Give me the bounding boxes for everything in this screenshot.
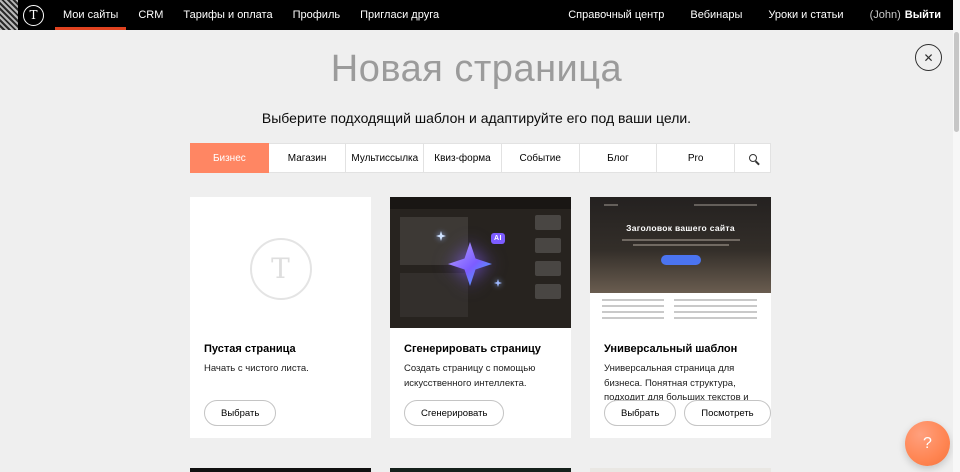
- choose-blank-button[interactable]: Выбрать: [204, 400, 276, 426]
- watermark-letter: T: [271, 252, 290, 285]
- topbar-nav-right: Справочный центр Вебинары Уроки и статьи…: [555, 9, 943, 21]
- view-universal-button[interactable]: Посмотреть: [684, 400, 770, 426]
- nav-profile[interactable]: Профиль: [283, 0, 351, 30]
- user-name: (John): [857, 9, 901, 21]
- nav-my-sites[interactable]: Мои сайты: [53, 0, 128, 30]
- topbar-nav-left: Мои сайты CRM Тарифы и оплата Профиль Пр…: [53, 0, 449, 30]
- template-card[interactable]: [190, 468, 371, 472]
- logout-link[interactable]: Выйти: [901, 9, 943, 21]
- page-subtitle: Выберите подходящий шаблон и адаптируйте…: [0, 110, 953, 126]
- tab-shop[interactable]: Магазин: [268, 143, 347, 173]
- generate-button[interactable]: Сгенерировать: [404, 400, 504, 426]
- tab-search[interactable]: [734, 143, 771, 173]
- preview-header-strip: [390, 197, 571, 209]
- preview-hero-section: Заголовок вашего сайта: [590, 197, 771, 293]
- template-card-universal: Заголовок вашего сайта Универсальный шаб…: [590, 197, 771, 438]
- small-sparkle-icon: [436, 231, 446, 241]
- topbar: T Мои сайты CRM Тарифы и оплата Профиль …: [0, 0, 953, 30]
- template-category-tabs: Бизнес Магазин Мультиссылка Квиз-форма С…: [190, 143, 771, 173]
- nav-crm[interactable]: CRM: [128, 0, 173, 30]
- scrollbar-thumb[interactable]: [954, 32, 959, 132]
- nav-lessons[interactable]: Уроки и статьи: [755, 9, 856, 21]
- new-page-screen: T Мои сайты CRM Тарифы и оплата Профиль …: [0, 0, 960, 472]
- template-card-ai: AI Сгенерировать страницу Создать страни…: [390, 197, 571, 438]
- card-actions: Выбрать: [204, 400, 276, 426]
- preview-panel-item: [535, 215, 561, 230]
- universal-template-preview[interactable]: Заголовок вашего сайта: [590, 197, 771, 328]
- card-description: Создать страницу с помощью искусственног…: [404, 362, 557, 391]
- tilda-watermark-icon: T: [250, 238, 312, 300]
- nav-invite-friend[interactable]: Пригласи друга: [350, 0, 449, 30]
- search-icon: [749, 154, 757, 162]
- tab-pro[interactable]: Pro: [656, 143, 735, 173]
- card-title: Универсальный шаблон: [604, 343, 757, 355]
- card-actions: Сгенерировать: [404, 400, 504, 426]
- tilda-logo-icon[interactable]: T: [23, 5, 44, 26]
- preview-text-section: [590, 293, 771, 328]
- template-cards-row: T Пустая страница Начать с чистого листа…: [190, 197, 771, 438]
- preview-panel-item: [535, 238, 561, 253]
- preview-mini-nav: [604, 204, 757, 206]
- blank-template-preview[interactable]: T: [190, 197, 371, 328]
- preview-text-line: [622, 239, 740, 241]
- question-mark-icon: ?: [923, 435, 932, 453]
- tab-event[interactable]: Событие: [501, 143, 580, 173]
- page-title: Новая страница: [0, 48, 953, 91]
- help-button[interactable]: ?: [905, 421, 950, 466]
- nav-webinars[interactable]: Вебинары: [677, 9, 755, 21]
- preview-text-column: [602, 299, 664, 322]
- nav-help-center[interactable]: Справочный центр: [555, 9, 677, 21]
- tab-blog[interactable]: Блог: [579, 143, 658, 173]
- preview-text-line: [633, 244, 729, 246]
- ai-template-preview[interactable]: AI: [390, 197, 571, 328]
- small-sparkle-icon: [494, 279, 502, 287]
- template-card-blank: T Пустая страница Начать с чистого листа…: [190, 197, 371, 438]
- ai-badge: AI: [491, 233, 505, 244]
- preview-text-column: [674, 299, 757, 322]
- card-actions: Выбрать Посмотреть: [604, 400, 771, 426]
- template-card[interactable]: [390, 468, 571, 472]
- nav-tariffs[interactable]: Тарифы и оплата: [173, 0, 282, 30]
- template-card[interactable]: [590, 468, 771, 472]
- tab-quiz-form[interactable]: Квиз-форма: [423, 143, 502, 173]
- tab-business[interactable]: Бизнес: [190, 143, 269, 173]
- choose-universal-button[interactable]: Выбрать: [604, 400, 676, 426]
- preview-heading: Заголовок вашего сайта: [590, 223, 771, 233]
- ai-sparkle-icon: [447, 241, 493, 287]
- texture-pattern: [0, 0, 18, 30]
- logo-letter: T: [29, 8, 37, 22]
- card-description: Начать с чистого листа.: [204, 362, 357, 377]
- card-title: Сгенерировать страницу: [404, 343, 557, 355]
- preview-panel-item: [535, 284, 561, 299]
- preview-panel-item: [535, 261, 561, 276]
- preview-cta-button: [661, 255, 701, 265]
- card-title: Пустая страница: [204, 343, 357, 355]
- template-cards-row-partial: [190, 468, 771, 472]
- tab-multilink[interactable]: Мультиссылка: [345, 143, 424, 173]
- scrollbar-track: [953, 0, 960, 472]
